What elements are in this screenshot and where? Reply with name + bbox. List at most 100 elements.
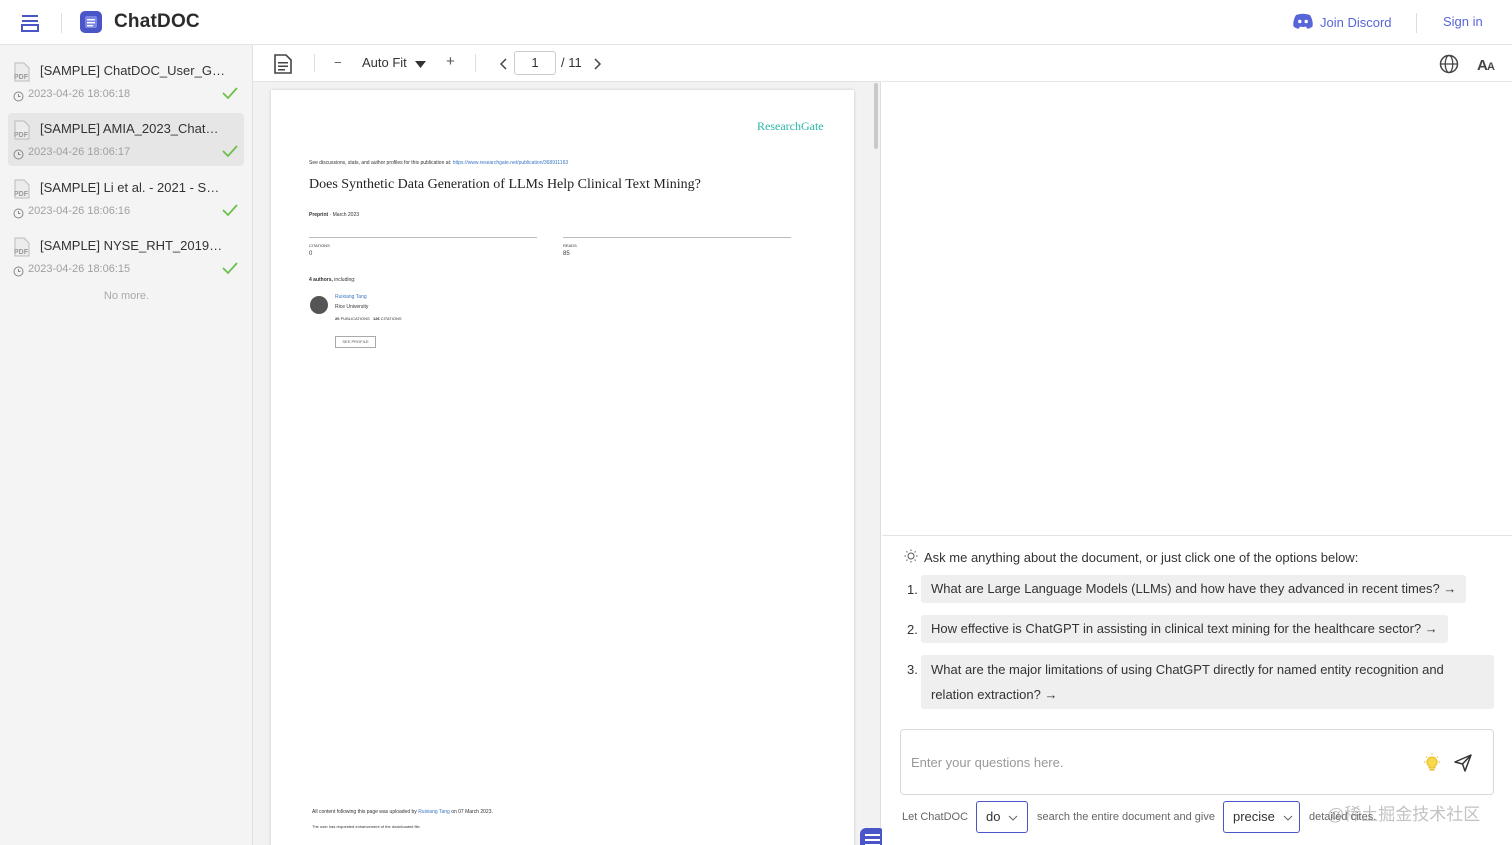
options-prefix: Let ChatDOC <box>902 811 969 823</box>
header-divider <box>61 13 62 33</box>
question-number: 2. <box>907 622 918 637</box>
zoom-select[interactable]: Auto Fit <box>362 55 427 71</box>
document-item[interactable]: PDF [SAMPLE] Li et al. - 2021 - Self-Sup… <box>8 172 244 225</box>
options-middle: search the entire document and give <box>1037 811 1215 823</box>
preprint-label: Preprint <box>309 212 329 218</box>
top-bar: ChatDOC Join Discord Sign in <box>0 0 1512 45</box>
document-item[interactable]: PDF [SAMPLE] ChatDOC_User_Guide 2023-04-… <box>8 55 244 108</box>
chatdoc-logo-icon <box>80 11 102 33</box>
mode-select[interactable]: do <box>976 801 1028 833</box>
precision-value: precise <box>1233 809 1275 824</box>
author-pubs-label: PUBLICATIONS <box>340 316 370 321</box>
authors-suffix: including: <box>334 277 356 283</box>
author-avatar <box>310 296 328 314</box>
see-profile-button[interactable]: SEE PROFILE <box>335 336 376 348</box>
footer-note: The user has requested enhancement of th… <box>312 824 421 829</box>
preprint-date: · March 2023 <box>329 212 360 218</box>
document-timestamp: 2023-04-26 18:06:18 <box>28 88 131 100</box>
chevron-down-icon <box>1008 802 1018 832</box>
publication-link[interactable]: https://www.researchgate.net/publication… <box>453 160 568 166</box>
clock-icon <box>13 264 24 277</box>
see-discussions-text: See discussions, stats, and author profi… <box>309 160 452 166</box>
see-discussions-line: See discussions, stats, and author profi… <box>309 160 568 166</box>
clock-icon <box>13 206 24 219</box>
send-icon[interactable] <box>1453 753 1473 773</box>
check-icon <box>222 144 238 158</box>
check-icon <box>222 261 238 275</box>
next-page-icon[interactable] <box>586 53 608 75</box>
svg-text:A: A <box>1487 61 1495 73</box>
header-divider-right <box>1416 13 1417 33</box>
citations-label: CITATIONS <box>309 243 330 248</box>
toolbar-divider <box>314 54 315 72</box>
precision-select[interactable]: precise <box>1223 801 1300 833</box>
document-timestamp: 2023-04-26 18:06:15 <box>28 263 131 275</box>
footer-author-link[interactable]: Ruixiang Tang <box>418 809 450 815</box>
pdf-page: ResearchGate See discussions, stats, and… <box>271 90 885 845</box>
preprint-line: Preprint · March 2023 <box>309 212 359 218</box>
globe-icon[interactable] <box>1438 53 1460 75</box>
reads-rule <box>563 237 791 238</box>
authors-line: 4 authors, including: <box>309 277 355 283</box>
svg-text:PDF: PDF <box>14 191 29 198</box>
document-item[interactable]: PDF [SAMPLE] AMIA_2023_ChatGPT 2023-04-2… <box>8 113 244 166</box>
check-icon <box>222 86 238 100</box>
suggestion-hint: Ask me anything about the document, or j… <box>904 549 1358 566</box>
discord-icon <box>1292 13 1314 32</box>
check-icon <box>222 203 238 217</box>
citations-rule <box>309 237 537 238</box>
chat-separator <box>882 535 1512 536</box>
lightbulb-suggest-icon[interactable] <box>1422 753 1442 773</box>
toggle-outline-icon[interactable] <box>272 53 294 75</box>
author-cites-label: CITATIONS <box>380 316 402 321</box>
mode-value: do <box>986 809 1001 824</box>
pdf-file-icon: PDF <box>12 120 32 140</box>
clock-icon <box>13 89 24 102</box>
sidebar-toggle-icon[interactable] <box>19 12 41 34</box>
svg-text:PDF: PDF <box>14 249 29 256</box>
question-input[interactable] <box>911 738 1411 786</box>
font-size-icon[interactable]: AA <box>1476 53 1498 75</box>
viewer-toolbar: − Auto Fit + 1 / 11 <box>253 45 881 82</box>
question-box <box>900 729 1494 795</box>
page-number-input[interactable]: 1 <box>514 51 556 75</box>
document-item[interactable]: PDF [SAMPLE] NYSE_RHT_2019_Annual 2023-0… <box>8 230 244 283</box>
no-more-label: No more. <box>103 290 150 302</box>
document-timestamp: 2023-04-26 18:06:17 <box>28 146 131 158</box>
sign-in-link[interactable]: Sign in <box>1443 14 1483 29</box>
suggested-question-button[interactable]: What are the major limitations of using … <box>921 655 1494 709</box>
author-pubs: 20 <box>335 316 340 321</box>
suggested-question-button[interactable]: What are Large Language Models (LLMs) an… <box>921 575 1467 603</box>
pdf-file-icon: PDF <box>12 179 32 199</box>
author-link[interactable]: Ruixiang Tang <box>335 294 367 300</box>
researchgate-logo: ResearchGate <box>757 119 824 133</box>
author-stats: 20 PUBLICATIONS 126 CITATIONS <box>335 316 402 321</box>
join-discord-label: Join Discord <box>1320 15 1392 30</box>
svg-text:PDF: PDF <box>14 132 29 139</box>
join-discord-link[interactable]: Join Discord <box>1292 13 1392 32</box>
zoom-value: Auto Fit <box>362 55 407 70</box>
author-affiliation: Rice University <box>335 304 369 310</box>
paper-title: Does Synthetic Data Generation of LLMs H… <box>309 177 701 192</box>
watermark-text: @稀土掘金技术社区 <box>1327 805 1481 824</box>
document-name: [SAMPLE] Li et al. - 2021 - Self-Supervi… <box>40 180 225 195</box>
lightbulb-icon <box>904 549 918 566</box>
reads-label: READS <box>563 243 577 248</box>
document-name: [SAMPLE] NYSE_RHT_2019_Annual <box>40 238 225 253</box>
suggested-question-button[interactable]: How effective is ChatGPT in assisting in… <box>921 615 1448 643</box>
brand-name: ChatDOC <box>114 11 200 32</box>
chat-panel: AA Ask me anything about the document, o… <box>882 45 1512 845</box>
author-name[interactable]: Ruixiang Tang <box>335 294 367 300</box>
zoom-out-button[interactable]: − <box>334 55 342 70</box>
document-timestamp: 2023-04-26 18:06:16 <box>28 205 131 217</box>
reads-value: 85 <box>563 251 570 257</box>
viewer-scrollbar[interactable] <box>874 83 878 149</box>
chevron-down-icon <box>1283 802 1293 832</box>
question-number: 1. <box>907 582 918 597</box>
authors-count: 4 authors, <box>309 277 333 283</box>
chat-toolbar: AA <box>882 45 1512 82</box>
prev-page-icon[interactable] <box>493 53 515 75</box>
pdf-file-icon: PDF <box>12 62 32 82</box>
zoom-in-button[interactable]: + <box>446 53 455 70</box>
clock-icon <box>13 147 24 160</box>
